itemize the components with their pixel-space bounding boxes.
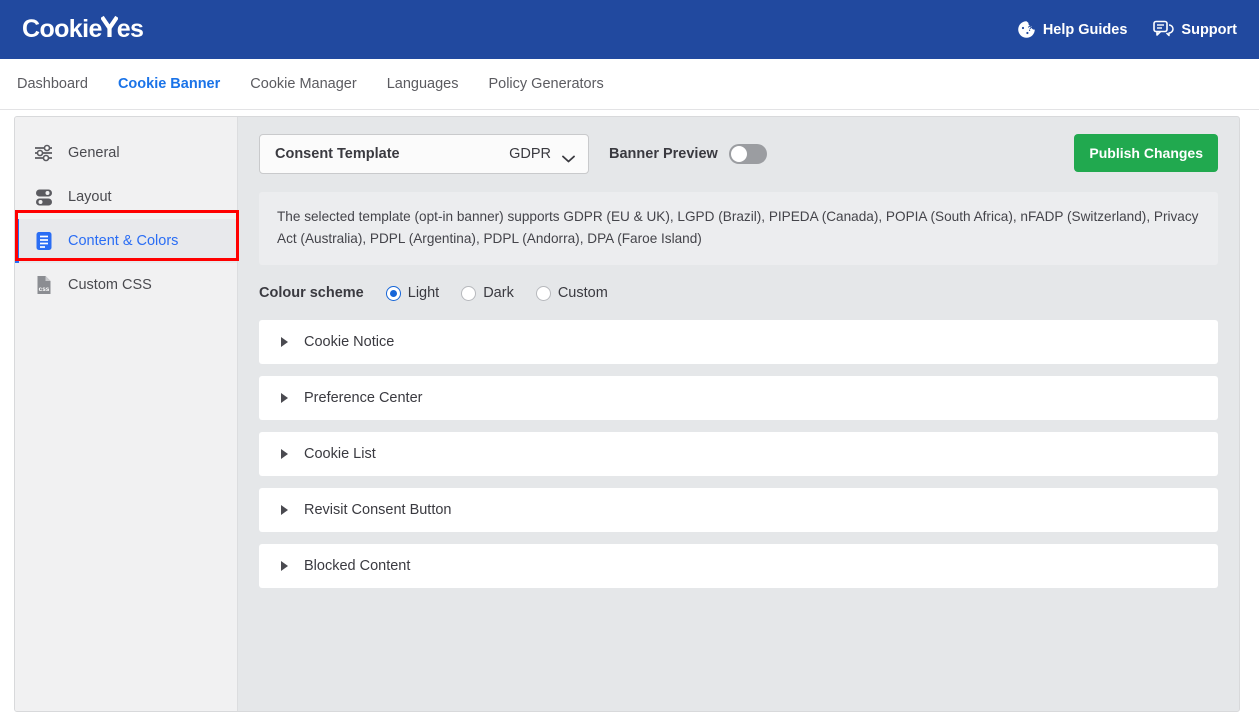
accordion-preference-center[interactable]: Preference Center — [259, 376, 1218, 421]
caret-right-icon — [281, 505, 288, 516]
consent-template-value-group: GDPR — [509, 146, 575, 163]
colour-scheme-option-label: Light — [407, 285, 440, 302]
sidebar-item-general[interactable]: General — [15, 131, 237, 175]
settings-main-panel: Consent Template GDPR Banner Preview Pub… — [238, 117, 1239, 711]
consent-template-label: Consent Template — [275, 146, 400, 162]
accordion-title: Revisit Consent Button — [304, 502, 452, 519]
svg-text:?: ? — [1027, 26, 1031, 33]
colour-scheme-row: Colour scheme Light Dark Custom — [259, 285, 1218, 301]
accordion-cookie-notice[interactable]: Cookie Notice — [259, 320, 1218, 365]
logo-y-icon — [100, 15, 118, 37]
sidebar-item-label: General — [68, 145, 120, 161]
consent-template-select[interactable]: Consent Template GDPR — [259, 134, 589, 174]
help-guides-label: Help Guides — [1042, 21, 1128, 38]
banner-preview-group: Banner Preview — [609, 144, 767, 164]
accordion-revisit-consent-button[interactable]: Revisit Consent Button — [259, 488, 1218, 533]
colour-scheme-option-label: Dark — [483, 285, 514, 302]
logo-text-primary: Cookie — [22, 15, 102, 43]
colour-scheme-option-label: Custom — [557, 285, 608, 302]
accordion-cookie-list[interactable]: Cookie List — [259, 432, 1218, 477]
sliders-icon — [33, 142, 55, 164]
sidebar-item-label: Layout — [68, 189, 112, 205]
header-actions: ? Help Guides Support — [1017, 20, 1237, 39]
accordion-title: Preference Center — [304, 390, 423, 407]
css-file-icon: css — [33, 274, 55, 296]
colour-scheme-option-light[interactable]: Light — [385, 285, 440, 302]
banner-preview-toggle[interactable] — [728, 144, 767, 164]
sidebar-item-label: Custom CSS — [68, 277, 152, 293]
settings-shell: General Layout Content & Colors css Cust… — [14, 116, 1240, 712]
radio-light-icon — [385, 285, 401, 301]
page-body: General Layout Content & Colors css Cust… — [0, 110, 1259, 712]
nav-item-dashboard[interactable]: Dashboard — [17, 76, 88, 92]
accordion-blocked-content[interactable]: Blocked Content — [259, 544, 1218, 589]
nav-item-policy-generators[interactable]: Policy Generators — [488, 76, 603, 92]
logo-text-secondary: es — [116, 15, 144, 43]
publish-changes-button[interactable]: Publish Changes — [1074, 134, 1218, 172]
support-link[interactable]: Support — [1153, 20, 1237, 39]
colour-scheme-label: Colour scheme — [259, 285, 364, 302]
toggle-knob — [730, 146, 747, 162]
chevron-down-icon — [562, 150, 575, 163]
layout-toggles-icon — [33, 186, 55, 208]
accordion-title: Cookie Notice — [304, 334, 395, 351]
content-sections-list: Cookie Notice Preference Center Cookie L… — [259, 320, 1218, 589]
accordion-title: Blocked Content — [304, 558, 411, 575]
svg-text:css: css — [39, 286, 50, 293]
app-header: Cookie es ? Help Guides Support — [0, 0, 1259, 59]
radio-custom-icon — [535, 285, 551, 301]
main-navigation: Dashboard Cookie Banner Cookie Manager L… — [0, 59, 1259, 110]
nav-item-languages[interactable]: Languages — [387, 76, 459, 92]
colour-scheme-option-dark[interactable]: Dark — [461, 285, 514, 301]
cookieyes-logo[interactable]: Cookie es — [22, 15, 144, 44]
sidebar-item-custom-css[interactable]: css Custom CSS — [15, 263, 237, 307]
colour-scheme-option-custom[interactable]: Custom — [535, 285, 608, 302]
support-label: Support — [1181, 21, 1237, 38]
template-support-notice: The selected template (opt-in banner) su… — [259, 192, 1218, 266]
caret-right-icon — [281, 449, 288, 460]
accordion-title: Cookie List — [304, 446, 376, 463]
help-guides-link[interactable]: ? Help Guides — [1017, 20, 1128, 39]
chat-bubble-icon — [1153, 20, 1175, 39]
sidebar-item-layout[interactable]: Layout — [15, 175, 237, 219]
radio-dark-icon — [461, 285, 477, 301]
sidebar-item-label: Content & Colors — [68, 233, 179, 249]
banner-preview-label: Banner Preview — [609, 146, 718, 162]
content-document-icon — [33, 230, 55, 252]
sidebar-item-content-colors[interactable]: Content & Colors — [15, 219, 237, 263]
settings-sidebar: General Layout Content & Colors css Cust… — [15, 117, 239, 711]
caret-right-icon — [281, 561, 288, 572]
nav-item-cookie-manager[interactable]: Cookie Manager — [250, 76, 356, 92]
caret-right-icon — [281, 393, 288, 404]
caret-right-icon — [281, 337, 288, 348]
nav-item-cookie-banner[interactable]: Cookie Banner — [118, 76, 220, 92]
consent-template-value: GDPR — [509, 146, 551, 162]
cookie-help-icon: ? — [1017, 20, 1036, 39]
